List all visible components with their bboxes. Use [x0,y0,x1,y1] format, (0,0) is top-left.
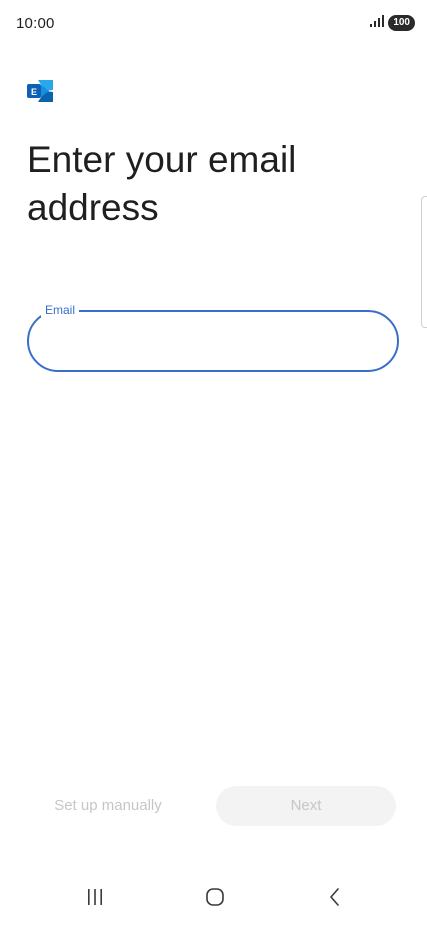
signal-icon [370,14,385,32]
logo-letter: E [31,87,37,97]
home-button[interactable] [195,884,235,914]
email-field[interactable]: Email [27,303,399,372]
edge-panel-handle[interactable] [421,196,427,328]
home-icon [205,887,225,912]
page-title: Enter your email address [27,139,297,228]
status-icons: 100 [370,14,415,32]
back-button[interactable] [315,884,355,914]
status-time: 10:00 [16,15,55,32]
battery-icon: 100 [388,15,415,31]
setup-manually-button[interactable]: Set up manually [38,786,178,826]
next-button[interactable]: Next [216,786,396,826]
recents-icon [86,888,104,911]
back-icon [327,887,343,912]
email-input[interactable] [47,322,381,362]
navigation-bar [0,870,427,926]
recents-button[interactable] [75,884,115,914]
exchange-logo-icon: E [27,80,53,102]
email-field-label: Email [41,303,80,317]
status-bar: 10:00 100 [0,0,427,50]
